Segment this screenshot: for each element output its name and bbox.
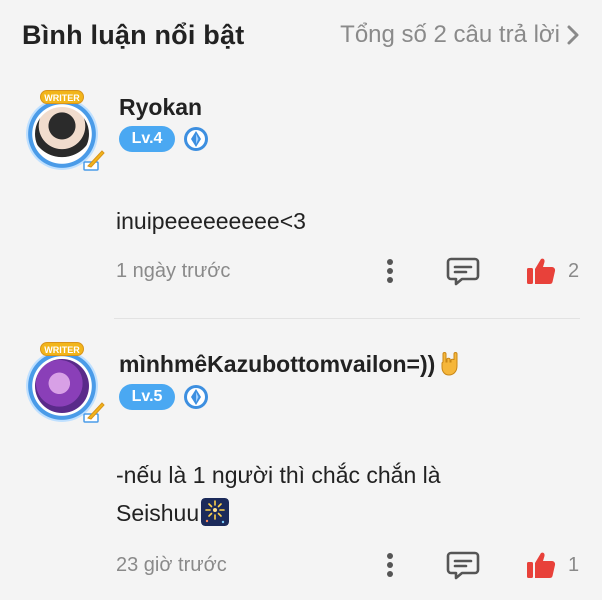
like-count: 1 [568, 553, 580, 576]
avatar[interactable]: WRITER [20, 90, 105, 174]
username-text: mìnhmêKazubottomvailon=)) [119, 351, 436, 377]
avatar-image [35, 359, 89, 413]
writer-badge: WRITER [40, 342, 84, 356]
comment-meta: 23 giờ trước 1 [116, 550, 580, 580]
username[interactable]: mìnhmêKazubottomvailon=)) [119, 350, 462, 378]
writer-badge: WRITER [40, 90, 84, 104]
comment-item: WRITER mìnhmêKazubottomvailon=)) Lv.5 -n… [0, 330, 602, 600]
comment-item: WRITER Ryokan Lv.4 inuipeeeeeeeee<3 1 ng… [0, 78, 602, 318]
like-button[interactable]: 2 [526, 256, 580, 286]
thumbs-up-icon [527, 258, 556, 284]
thumbs-up-icon [527, 552, 556, 578]
section-title: Bình luận nổi bật [22, 19, 245, 50]
comment-text-line: -nếu là 1 người thì chắc chắn là [116, 462, 441, 488]
username[interactable]: Ryokan [119, 94, 202, 121]
comment-text: inuipeeeeeeeee<3 [116, 208, 306, 234]
comment-meta: 1 ngày trước 2 [116, 256, 580, 286]
more-vertical-icon[interactable] [386, 258, 394, 284]
user-badges: Lv.5 [119, 384, 209, 410]
like-count: 2 [568, 259, 580, 282]
quill-icon [83, 402, 105, 423]
level-badge: Lv.4 [119, 126, 175, 152]
reply-icon[interactable] [446, 550, 480, 580]
comments-header: Bình luận nổi bật Tổng số 2 câu trả lời [0, 0, 602, 70]
more-vertical-icon[interactable] [386, 552, 394, 578]
comment-actions: 2 [386, 256, 580, 286]
comment-time: 23 giờ trước [116, 553, 227, 576]
gem-badge-icon [184, 385, 208, 409]
reply-icon[interactable] [446, 256, 480, 286]
comment-text-word: Seishuu [116, 500, 200, 526]
level-badge: Lv.5 [119, 384, 175, 410]
total-replies-link[interactable]: Tổng số 2 câu trả lời [340, 21, 580, 49]
chevron-right-icon [567, 25, 579, 45]
like-button[interactable]: 1 [526, 550, 580, 580]
avatar-image [35, 107, 89, 161]
fireworks-emoji [201, 498, 230, 526]
comment-divider [114, 318, 580, 319]
gem-badge-icon [184, 127, 208, 151]
avatar[interactable]: WRITER [20, 342, 105, 426]
comment-text-line: Seishuu [116, 494, 556, 532]
user-badges: Lv.4 [119, 126, 209, 152]
total-replies-label: Tổng số 2 câu trả lời [340, 21, 560, 48]
comment-time: 1 ngày trước [116, 259, 231, 282]
sign-of-the-horns-emoji [441, 352, 458, 376]
quill-icon [83, 150, 105, 171]
comment-text: -nếu là 1 người thì chắc chắn là Seishuu [116, 456, 556, 532]
comment-actions: 1 [386, 550, 580, 580]
